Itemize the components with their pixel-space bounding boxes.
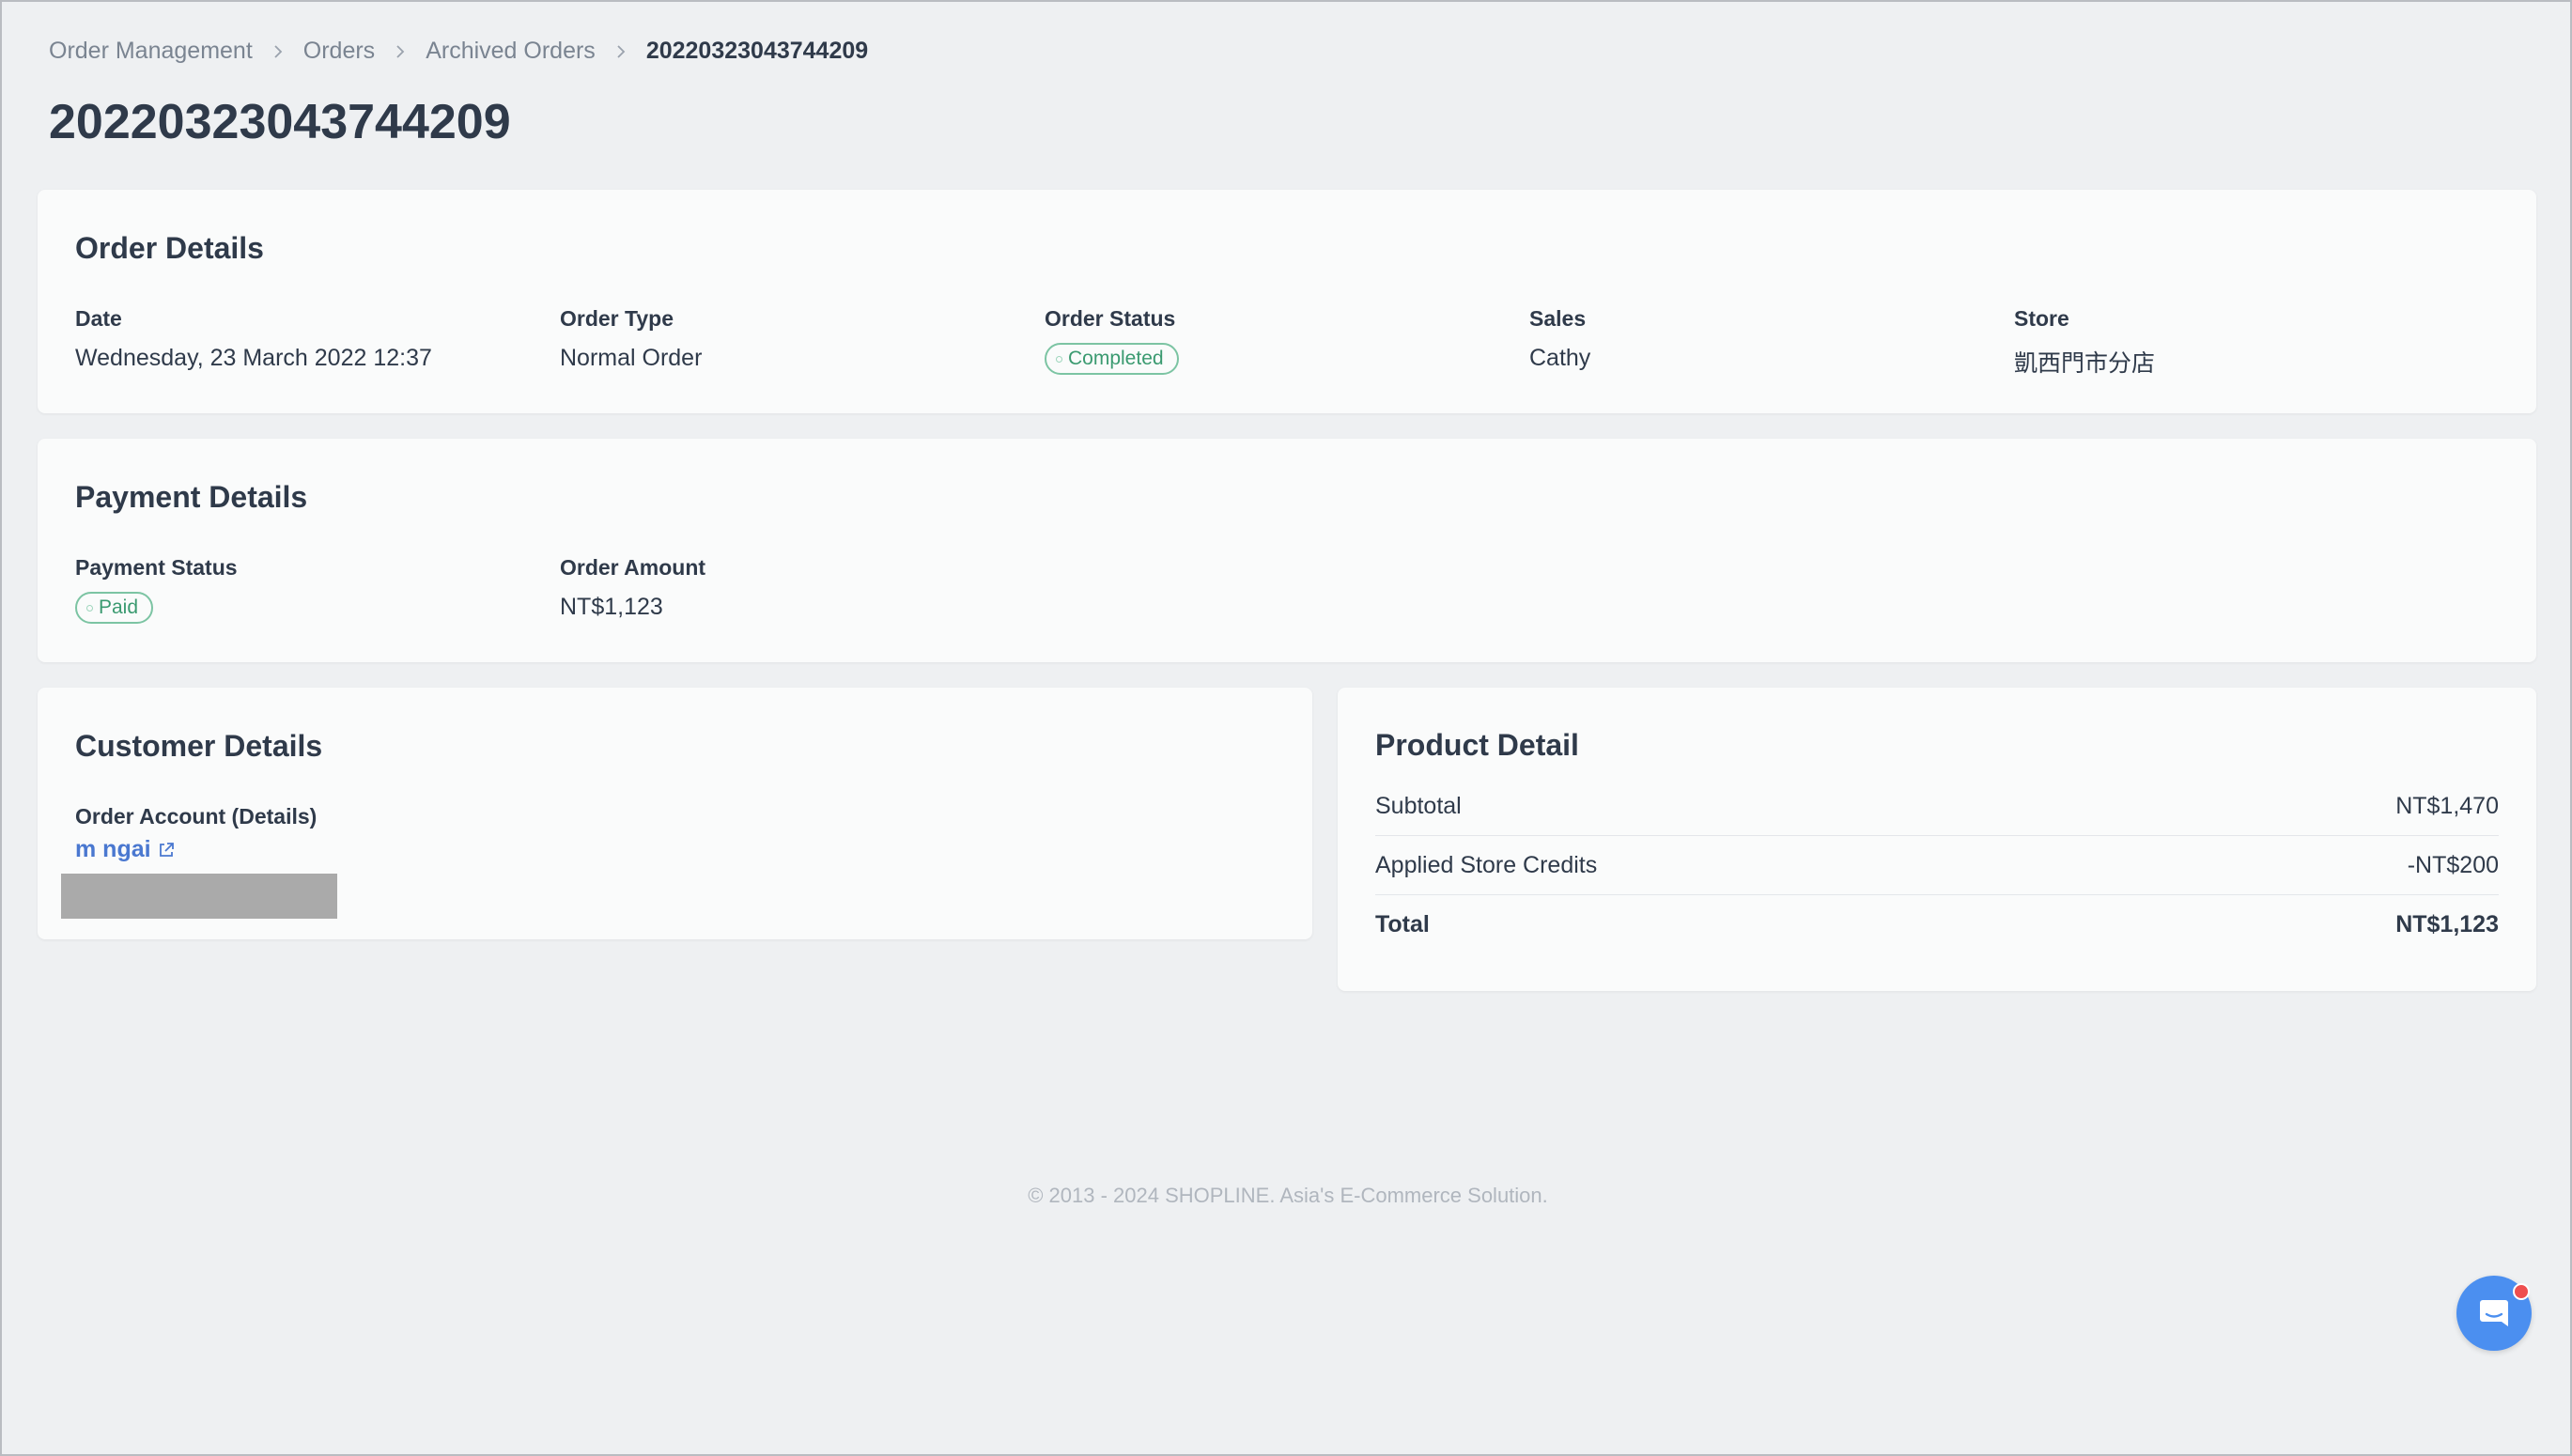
store-label: Store [2014,306,2069,331]
order-details-card: Order Details Date Wednesday, 23 March 2… [38,190,2536,413]
order-status-field: Order Status Completed [1045,306,1179,375]
order-status-value: Completed [1068,348,1164,369]
order-type-field: Order Type Normal Order [560,306,702,372]
product-detail-title: Product Detail [1375,728,1579,762]
sales-field: Sales Cathy [1529,306,1590,372]
chevron-right-icon [274,44,283,58]
payment-status-field: Payment Status Paid [75,555,238,624]
order-account-field: Order Account (Details) [75,804,317,829]
date-field: Date Wednesday, 23 March 2022 12:37 [75,306,432,372]
subtotal-value: NT$1,470 [2395,792,2499,819]
breadcrumb: Order Management Orders Archived Orders … [49,38,868,65]
breadcrumb-orders[interactable]: Orders [303,38,375,65]
order-amount-label: Order Amount [560,555,706,580]
date-value: Wednesday, 23 March 2022 12:37 [75,345,432,371]
chat-button[interactable] [2456,1276,2532,1351]
status-dot-icon [1056,355,1062,363]
payment-status-label: Payment Status [75,555,238,580]
total-row: Total NT$1,123 [1375,895,2499,953]
breadcrumb-current: 20220323043744209 [645,38,869,64]
breadcrumb-order-management[interactable]: Order Management [49,38,253,65]
order-type-value: Normal Order [560,345,703,371]
footer: © 2013 - 2024 SHOPLINE. Asia's E-Commerc… [1028,1184,1548,1207]
store-credits-label: Applied Store Credits [1375,851,1598,878]
subtotal-label: Subtotal [1375,792,1462,819]
redacted-info [61,874,337,919]
total-value: NT$1,123 [2395,910,2499,937]
payment-status-value: Paid [99,596,139,618]
notification-dot [2513,1283,2530,1300]
page-title: 20220323043744209 [49,95,511,149]
order-details-title: Order Details [75,231,264,265]
order-status-label: Order Status [1045,306,1176,331]
chat-icon [2480,1300,2508,1326]
store-field: Store 凱西門市分店 [2014,306,2155,379]
status-dot-icon [86,604,93,612]
store-credits-value: -NT$200 [2407,851,2499,878]
total-label: Total [1375,910,1430,937]
chevron-right-icon [617,44,626,58]
customer-account-link[interactable]: m ngai [75,836,176,863]
customer-name: m ngai [75,836,151,862]
customer-details-title: Customer Details [75,729,323,763]
store-value: 凱西門市分店 [2014,350,2156,377]
subtotal-row: Subtotal NT$1,470 [1375,777,2499,836]
order-status-badge: Completed [1045,343,1179,375]
chevron-right-icon [396,44,405,58]
order-type-label: Order Type [560,306,674,331]
breadcrumb-archived-orders[interactable]: Archived Orders [426,38,596,65]
order-amount-value: NT$1,123 [560,594,663,620]
sales-label: Sales [1529,306,1587,331]
external-link-icon [159,842,174,857]
order-amount-field: Order Amount NT$1,123 [560,555,705,621]
sales-value: Cathy [1529,345,1591,371]
customer-details-card: Customer Details Order Account (Details)… [38,688,1312,939]
product-detail-card: Product Detail Subtotal NT$1,470 Applied… [1338,688,2536,991]
date-label: Date [75,306,122,331]
store-credits-row: Applied Store Credits -NT$200 [1375,836,2499,895]
payment-details-card: Payment Details Payment Status Paid Orde… [38,439,2536,662]
order-account-label: Order Account (Details) [75,804,318,829]
payment-status-badge: Paid [75,592,154,624]
payment-details-title: Payment Details [75,480,308,514]
